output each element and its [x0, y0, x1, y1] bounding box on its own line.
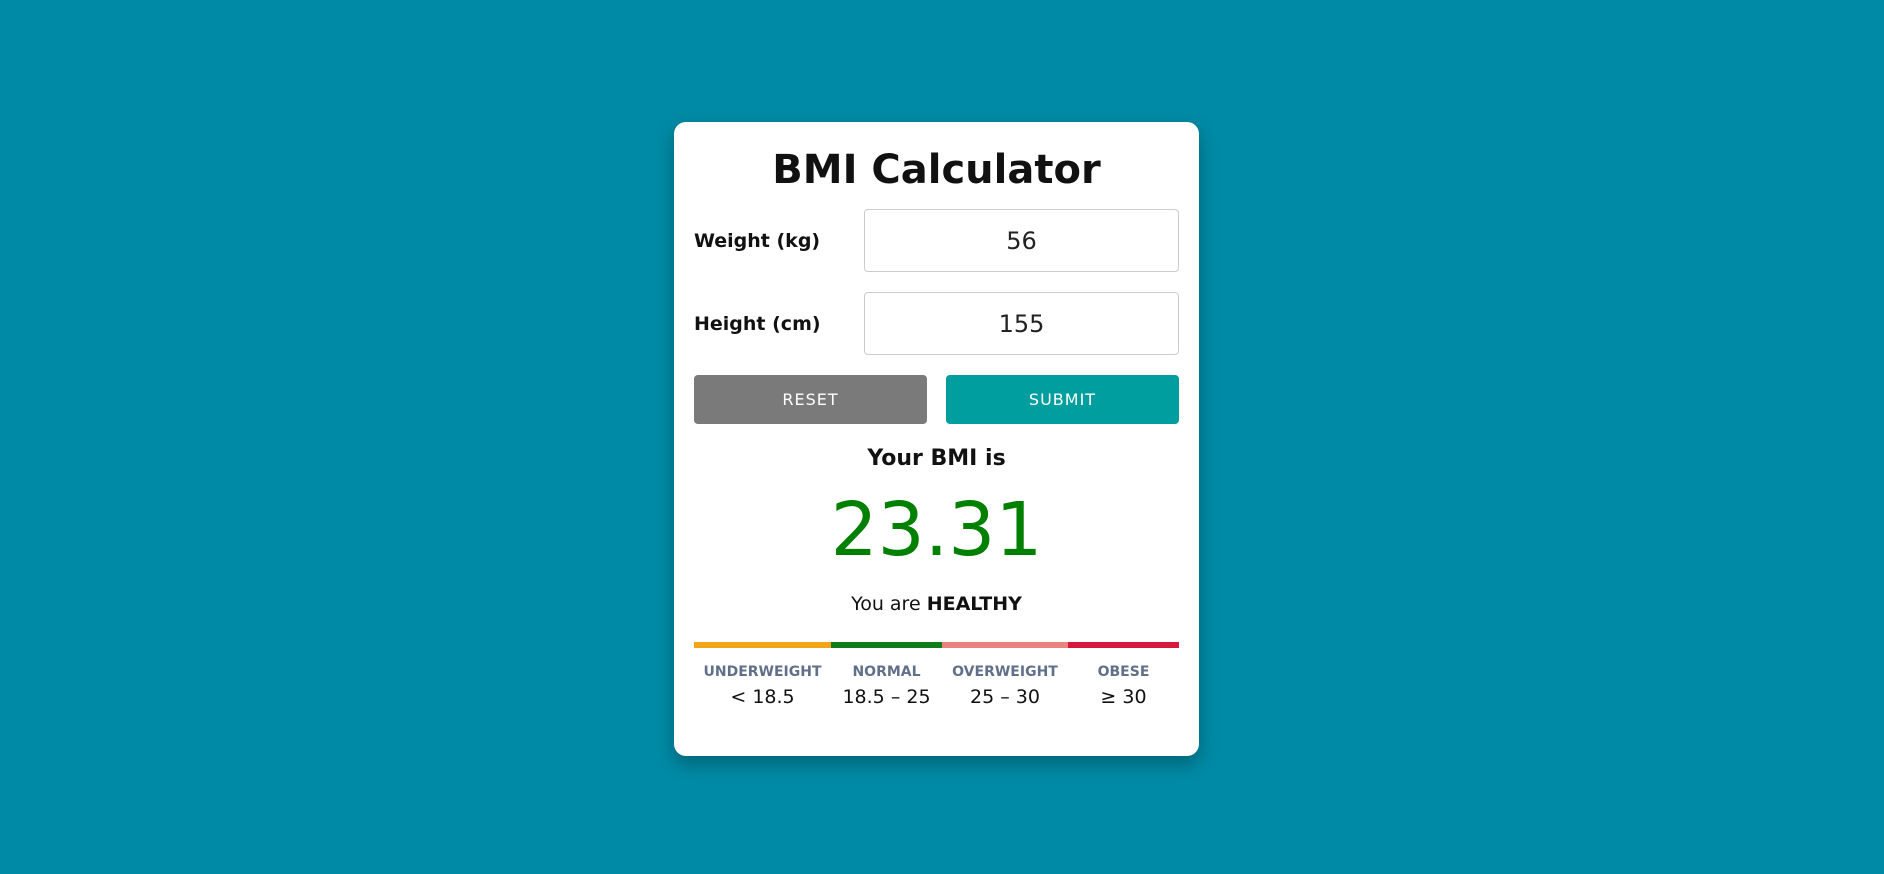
scale-bar-normal	[831, 642, 942, 648]
scale-category-label: OVERWEIGHT	[952, 664, 1058, 680]
scale-range-label: 25 – 30	[970, 686, 1040, 708]
height-label: Height (cm)	[694, 312, 821, 335]
scale-range-label: 18.5 – 25	[842, 686, 931, 708]
height-input[interactable]	[864, 292, 1179, 355]
bmi-scale: UNDERWEIGHT < 18.5 NORMAL 18.5 – 25 OVER…	[694, 642, 1179, 708]
scale-bar-obese	[1068, 642, 1179, 648]
scale-range-label: ≥ 30	[1100, 686, 1147, 708]
weight-row: Weight (kg)	[694, 209, 1179, 272]
scale-bar-overweight	[942, 642, 1068, 648]
scale-bar-underweight	[694, 642, 831, 648]
reset-button[interactable]: RESET	[694, 375, 927, 424]
scale-range-label: < 18.5	[730, 686, 795, 708]
scale-segment-normal: NORMAL 18.5 – 25	[831, 642, 942, 708]
scale-segment-obese: OBESE ≥ 30	[1068, 642, 1179, 708]
status-prefix: You are	[851, 593, 921, 615]
scale-category-label: NORMAL	[852, 664, 921, 680]
result-heading: Your BMI is	[867, 446, 1006, 471]
button-row: RESET SUBMIT	[694, 375, 1179, 424]
weight-label: Weight (kg)	[694, 229, 821, 252]
height-row: Height (cm)	[694, 292, 1179, 355]
scale-category-label: OBESE	[1097, 664, 1150, 680]
status-text: You are HEALTHY	[694, 592, 1179, 616]
scale-segment-underweight: UNDERWEIGHT < 18.5	[694, 642, 831, 708]
status-value: HEALTHY	[926, 593, 1022, 615]
submit-button[interactable]: SUBMIT	[946, 375, 1179, 424]
scale-segment-overweight: OVERWEIGHT 25 – 30	[942, 642, 1068, 708]
bmi-card: BMI Calculator Weight (kg) Height (cm) R…	[674, 122, 1199, 756]
bmi-value: 23.31	[830, 487, 1043, 573]
page-title: BMI Calculator	[772, 147, 1101, 193]
scale-category-label: UNDERWEIGHT	[703, 664, 822, 680]
weight-input[interactable]	[864, 209, 1179, 272]
